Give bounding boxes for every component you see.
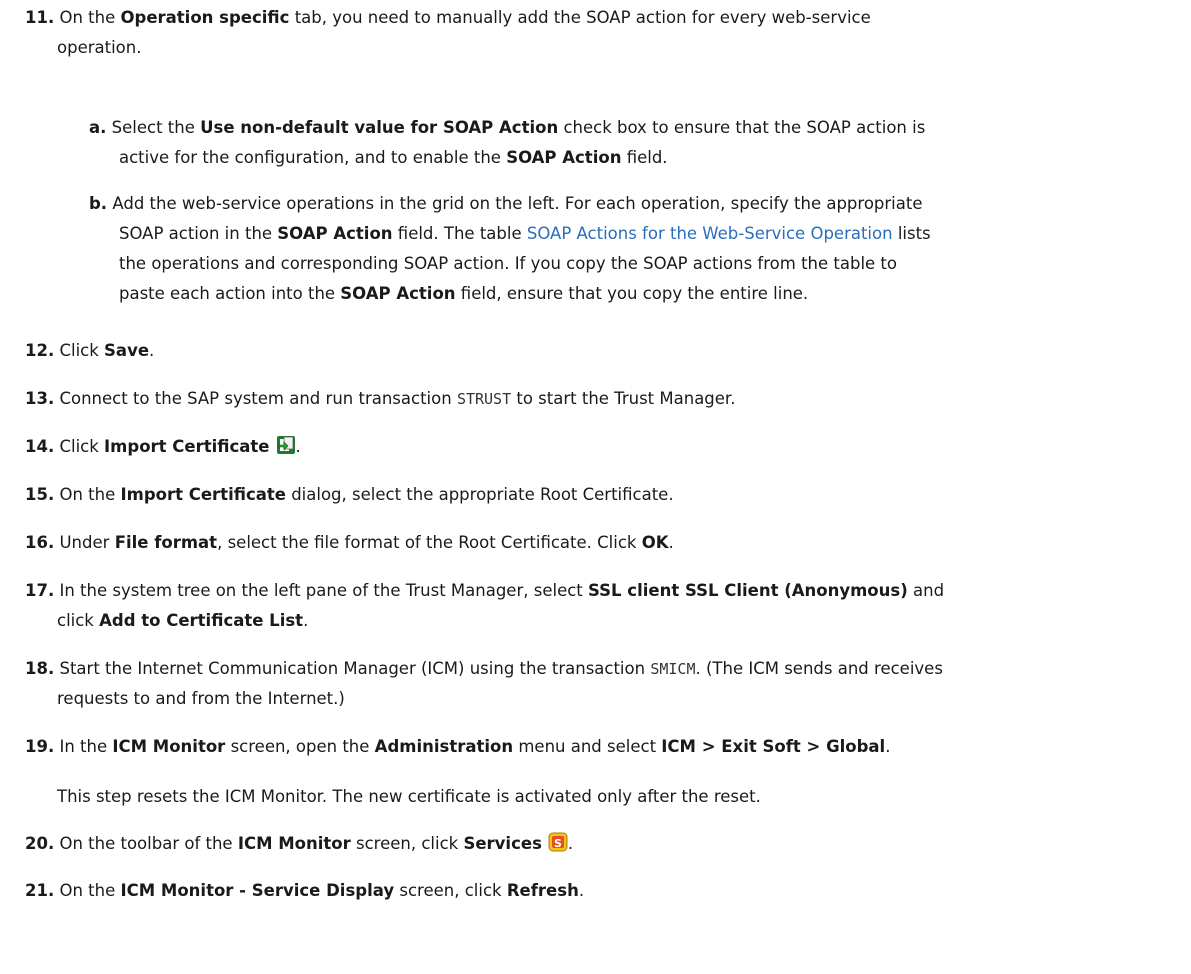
- step-text: On the: [59, 881, 121, 900]
- step-text: On the: [59, 8, 121, 27]
- step-text: field, ensure that you copy the entire l…: [455, 284, 809, 303]
- ui-term: ICM Monitor: [237, 834, 351, 853]
- transaction-code: SMICM: [650, 660, 696, 678]
- step-text: .: [668, 533, 674, 552]
- transaction-code: STRUST: [456, 390, 512, 408]
- step-text: Under: [59, 533, 115, 552]
- step-number: 21.: [25, 881, 55, 900]
- ui-term: File format: [114, 533, 218, 552]
- step-13: 13. Connect to the SAP system and run tr…: [25, 384, 1175, 414]
- step-text-continued: operation.: [57, 38, 142, 57]
- ui-term: Save: [104, 341, 150, 360]
- ui-term: Use non-default value for SOAP Action: [200, 118, 559, 137]
- step-12: 12. Click Save.: [25, 336, 1175, 366]
- step-text: .: [885, 737, 891, 756]
- step-text: screen, click: [394, 881, 507, 900]
- step-text: . (The ICM sends and receives: [695, 659, 943, 678]
- step-text: , select the file format of the Root Cer…: [217, 533, 642, 552]
- step-number: 12.: [25, 341, 55, 360]
- services-icon: S: [548, 832, 568, 852]
- step-text-continued: active for the configuration, and to ena…: [119, 148, 507, 167]
- step-text: tab, you need to manually add the SOAP a…: [289, 8, 871, 27]
- step-text: screen, open the: [225, 737, 375, 756]
- step-text: .: [295, 437, 301, 456]
- step-number: b.: [89, 194, 108, 213]
- step-11: 11. On the Operation specific tab, you n…: [25, 3, 1175, 63]
- ui-term: Import Certificate: [104, 437, 270, 456]
- step-text: field. The table: [392, 224, 527, 243]
- step-number: 13.: [25, 389, 55, 408]
- step-text: Add the web-service operations in the gr…: [112, 194, 923, 213]
- step-text-continued: the operations and corresponding SOAP ac…: [119, 254, 897, 273]
- document-page: 11. On the Operation specific tab, you n…: [0, 0, 1191, 974]
- step-text: and: [907, 581, 945, 600]
- ui-term: Refresh: [506, 881, 579, 900]
- ui-term: OK: [641, 533, 669, 552]
- svg-text:S: S: [554, 837, 562, 850]
- step-text: In the: [59, 737, 113, 756]
- step-20: 20. On the toolbar of the ICM Monitor sc…: [25, 829, 1175, 859]
- step-text-continued: paste each action into the: [119, 284, 341, 303]
- step-19-note: This step resets the ICM Monitor. The ne…: [57, 787, 761, 806]
- step-text-continued: click: [57, 611, 100, 630]
- step-text: .: [149, 341, 155, 360]
- step-text-continued: requests to and from the Internet.): [57, 689, 345, 708]
- step-number: 15.: [25, 485, 55, 504]
- step-text: Select the: [111, 118, 201, 137]
- step-number: 19.: [25, 737, 55, 756]
- step-number: 20.: [25, 834, 55, 853]
- ui-term: Administration: [374, 737, 514, 756]
- step-21: 21. On the ICM Monitor - Service Display…: [25, 876, 1175, 906]
- step-18: 18. Start the Internet Communication Man…: [25, 654, 1175, 714]
- step-16: 16. Under File format, select the file f…: [25, 528, 1175, 558]
- step-text: On the toolbar of the: [59, 834, 238, 853]
- step-text: Click: [59, 437, 105, 456]
- step-text: .: [567, 834, 574, 853]
- step-text: menu and select: [513, 737, 662, 756]
- substep-11b: b. Add the web-service operations in the…: [89, 189, 1159, 309]
- step-text: Click: [59, 341, 105, 360]
- substep-11a: a. Select the Use non-default value for …: [89, 113, 1159, 173]
- step-text: lists: [892, 224, 931, 243]
- step-number: 16.: [25, 533, 55, 552]
- ui-term: Import Certificate: [120, 485, 286, 504]
- step-text: Start the Internet Communication Manager…: [59, 659, 651, 678]
- step-text: .: [578, 881, 585, 900]
- step-text-continued: SOAP action in the: [119, 224, 278, 243]
- ui-term: SOAP Action: [340, 284, 456, 303]
- step-number: 18.: [25, 659, 55, 678]
- step-19: 19. In the ICM Monitor screen, open the …: [25, 732, 1175, 762]
- soap-actions-table-link[interactable]: SOAP Actions for the Web-Service Operati…: [527, 224, 893, 243]
- ui-term: ICM > Exit Soft > Global: [661, 737, 886, 756]
- step-text: In the system tree on the left pane of t…: [59, 581, 588, 600]
- import-certificate-icon: [276, 435, 296, 455]
- step-text: dialog, select the appropriate Root Cert…: [285, 485, 674, 504]
- step-text: Connect to the SAP system and run transa…: [59, 389, 457, 408]
- step-number: 11.: [25, 8, 55, 27]
- ui-term: ICM Monitor - Service Display: [120, 881, 395, 900]
- step-text: field.: [621, 148, 668, 167]
- step-text: screen, click: [350, 834, 464, 853]
- step-17: 17. In the system tree on the left pane …: [25, 576, 1175, 636]
- step-text: check box to ensure that the SOAP action…: [558, 118, 926, 137]
- step-text: On the: [59, 485, 121, 504]
- ui-term: Operation specific: [120, 8, 290, 27]
- ui-term: SSL client SSL Client (Anonymous): [588, 581, 908, 600]
- ui-term: SOAP Action: [277, 224, 393, 243]
- step-number: 14.: [25, 437, 55, 456]
- ui-term: Services: [463, 834, 542, 853]
- ui-term: Add to Certificate List: [99, 611, 304, 630]
- step-text: .: [303, 611, 309, 630]
- ui-term: SOAP Action: [506, 148, 622, 167]
- ui-term: ICM Monitor: [112, 737, 226, 756]
- step-15: 15. On the Import Certificate dialog, se…: [25, 480, 1175, 510]
- step-text: to start the Trust Manager.: [511, 389, 736, 408]
- step-14: 14. Click Import Certificate.: [25, 432, 1175, 462]
- step-number: 17.: [25, 581, 55, 600]
- step-number: a.: [89, 118, 107, 137]
